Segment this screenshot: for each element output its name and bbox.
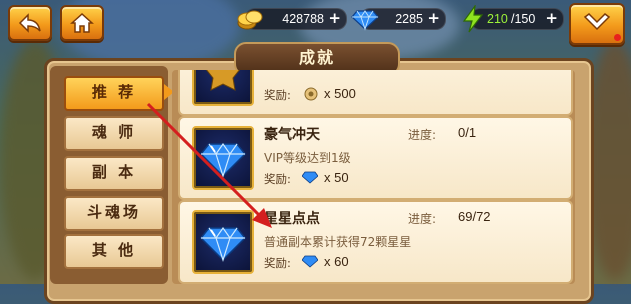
home-button[interactable] — [60, 5, 104, 41]
notification-dot — [614, 34, 621, 41]
reward-amount: x 50 — [324, 170, 349, 185]
gold-add-button[interactable]: + — [328, 11, 341, 26]
gear-coin-icon — [304, 87, 318, 101]
big-diamond-icon — [199, 142, 247, 178]
diamond-icon — [302, 171, 318, 184]
reward-label: 奖励: — [264, 88, 291, 102]
progress-label: 进度: — [408, 128, 437, 142]
gold-counter: 428788 + — [237, 8, 347, 30]
reward-amount: x 500 — [324, 86, 356, 101]
achievement-list[interactable]: 奖励: x 500 豪气冲天 进度: 0/1 VIP等级达到1级 奖励: x 5… — [172, 70, 575, 284]
tab-other[interactable]: 其 他 — [64, 234, 164, 269]
progress-label: 进度: — [408, 212, 437, 226]
back-button[interactable] — [8, 5, 52, 41]
energy-counter: 210 /150 + — [462, 5, 564, 33]
achievement-description: 普通副本累计获得72颗星星 — [264, 235, 412, 249]
energy-max: /150 — [511, 12, 536, 26]
achievement-title: 豪气冲天 — [264, 127, 320, 143]
diamond-counter: 2285 + — [351, 8, 446, 31]
gold-coin-icon — [237, 10, 263, 30]
diamond-add-button[interactable]: + — [427, 11, 440, 26]
back-arrow-icon — [18, 13, 41, 33]
tab-recommended[interactable]: 推 荐 — [64, 76, 174, 111]
gold-emblem-icon — [205, 70, 241, 91]
achievement-badge — [192, 126, 254, 190]
tab-dungeon[interactable]: 副 本 — [64, 156, 164, 191]
achievement-title: 星星点点 — [264, 211, 320, 227]
achievement-badge — [192, 210, 254, 274]
menu-toggle-button[interactable] — [569, 3, 625, 45]
energy-add-button[interactable]: + — [545, 11, 558, 26]
home-icon — [70, 12, 94, 33]
reward-label: 奖励: — [264, 256, 291, 270]
reward-label: 奖励: — [264, 172, 291, 186]
big-diamond-icon — [199, 226, 247, 262]
energy-current: 210 — [487, 12, 508, 26]
progress-value: 0/1 — [458, 125, 477, 140]
tab-arena[interactable]: 斗魂场 — [64, 196, 164, 231]
progress-value: 69/72 — [458, 209, 491, 224]
achievement-card: 星星点点 进度: 69/72 普通副本累计获得72颗星星 奖励: x 60 — [178, 200, 573, 284]
lightning-icon — [462, 5, 484, 33]
reward-amount: x 60 — [324, 254, 349, 269]
achievement-card: 豪气冲天 进度: 0/1 VIP等级达到1级 奖励: x 50 — [178, 116, 573, 200]
diamond-value: 2285 — [395, 12, 423, 26]
achievement-description: VIP等级达到1级 — [264, 151, 351, 165]
gold-value: 428788 — [282, 12, 324, 26]
achievement-card: 奖励: x 500 — [178, 70, 573, 116]
tab-soul-master[interactable]: 魂 师 — [64, 116, 164, 151]
diamond-icon — [302, 255, 318, 268]
diamond-icon — [351, 10, 379, 31]
achievement-badge — [192, 70, 254, 106]
